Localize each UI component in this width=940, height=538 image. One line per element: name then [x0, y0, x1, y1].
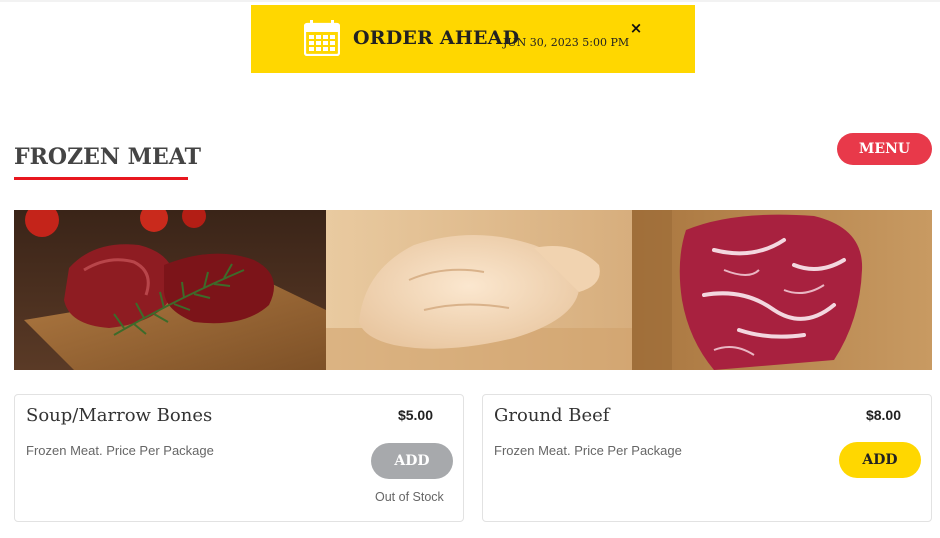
product-name: Soup/Marrow Bones	[26, 405, 213, 426]
banner-date: JUN 30, 2023 5:00 PM	[503, 36, 630, 49]
add-button[interactable]: ADD	[839, 442, 921, 478]
section-title-underline	[14, 177, 188, 180]
product-description: Frozen Meat. Price Per Package	[26, 443, 214, 458]
raw-whole-chicken-image	[326, 210, 632, 370]
calendar-icon	[303, 20, 341, 57]
category-hero-image	[14, 210, 932, 370]
menu-button[interactable]: MENU	[837, 133, 932, 165]
close-icon[interactable]: ×	[629, 21, 643, 36]
out-of-stock-label: Out of Stock	[375, 490, 444, 504]
product-card-soup-marrow-bones: Soup/Marrow Bones $5.00 Frozen Meat. Pri…	[14, 394, 464, 522]
banner-title: ORDER AHEAD	[353, 27, 520, 49]
product-name: Ground Beef	[494, 405, 610, 426]
product-price: $8.00	[865, 407, 901, 423]
beef-cuts-on-board-image	[14, 210, 326, 370]
top-divider	[0, 0, 940, 2]
section-title: FROZEN MEAT	[14, 144, 202, 170]
product-card-ground-beef: Ground Beef $8.00 Frozen Meat. Price Per…	[482, 394, 932, 522]
product-description: Frozen Meat. Price Per Package	[494, 443, 682, 458]
add-button-disabled[interactable]: ADD	[371, 443, 453, 479]
product-price: $5.00	[397, 407, 433, 423]
order-ahead-banner: ORDER AHEAD JUN 30, 2023 5:00 PM ×	[251, 5, 695, 73]
marbled-steak-image	[632, 210, 932, 370]
